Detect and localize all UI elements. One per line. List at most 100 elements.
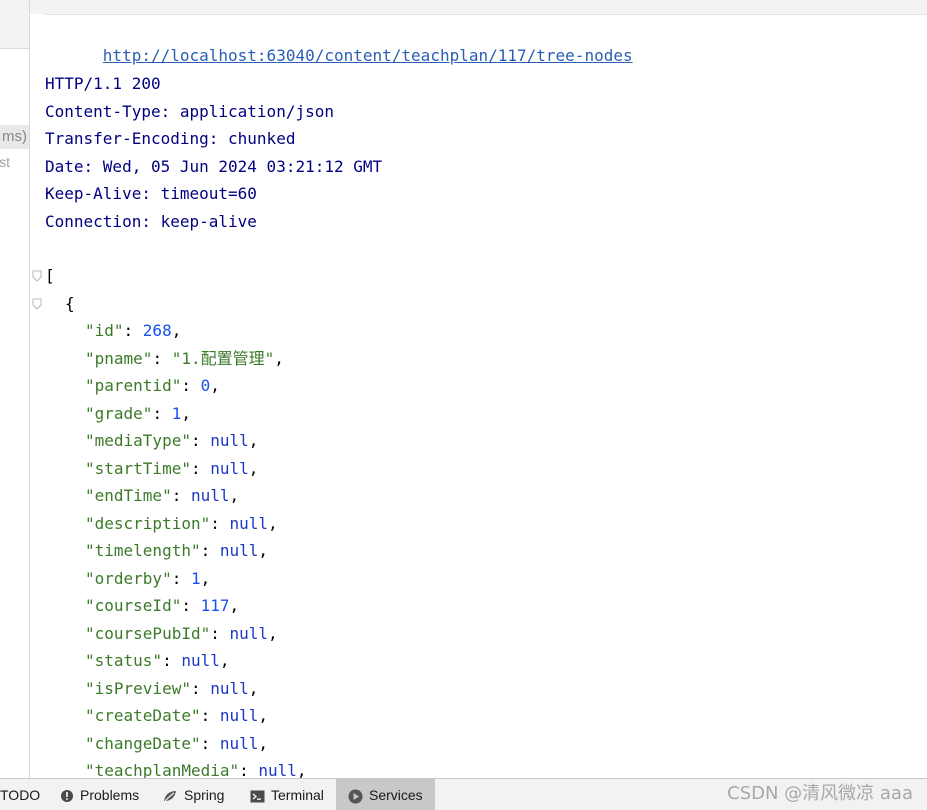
watermark: CSDN @清风微凉 aaa bbox=[727, 783, 913, 804]
tab-label: TODO bbox=[0, 787, 41, 803]
json-value: null bbox=[210, 431, 249, 450]
response-header-line: Keep-Alive: timeout=60 bbox=[45, 184, 257, 203]
http-response-editor[interactable]: http://localhost:63040/content/teachplan… bbox=[45, 14, 927, 780]
response-header-line: Connection: keep-alive bbox=[45, 211, 257, 231]
json-colon: : bbox=[210, 623, 230, 643]
response-header-line: Transfer-Encoding: chunked bbox=[45, 129, 296, 148]
json-value: null bbox=[219, 541, 259, 560]
tab-services[interactable]: Services bbox=[336, 779, 435, 810]
json-comma: , bbox=[200, 568, 211, 588]
json-value: null bbox=[219, 733, 259, 753]
json-field-line: "changeDate": null, bbox=[85, 730, 268, 757]
json-key: "coursePubId" bbox=[85, 623, 211, 643]
request-url-link[interactable]: http://localhost:63040/content/teachplan… bbox=[103, 46, 633, 65]
json-colon: : bbox=[171, 568, 191, 588]
json-comma: , bbox=[219, 651, 230, 670]
json-colon: : bbox=[181, 596, 201, 615]
fold-arrow-icon[interactable] bbox=[32, 270, 42, 282]
json-comma: , bbox=[268, 513, 278, 533]
json-value: 268 bbox=[142, 321, 172, 340]
json-colon: : bbox=[190, 678, 211, 698]
json-comma: , bbox=[268, 623, 278, 643]
json-field-line: "courseId": 117, bbox=[85, 592, 239, 619]
json-field-line: "description": null, bbox=[85, 510, 278, 537]
json-key: "id" bbox=[85, 321, 124, 340]
json-value: null bbox=[190, 486, 230, 505]
json-value: 1 bbox=[171, 403, 182, 423]
json-key: "status" bbox=[85, 651, 163, 670]
json-field-line: "mediaType": null, bbox=[85, 427, 258, 454]
json-field-line: "grade": 1, bbox=[85, 400, 191, 427]
terminal-icon bbox=[250, 790, 265, 803]
json-field-line: "createDate": null, bbox=[85, 702, 268, 729]
tab-spring[interactable]: Spring bbox=[160, 779, 234, 810]
fold-arrow-icon[interactable] bbox=[32, 298, 42, 310]
tree-item-label: ms) bbox=[2, 128, 27, 145]
ide-window: ms) st http://localhost:63040/content/te… bbox=[0, 0, 927, 810]
tab-label: Problems bbox=[80, 787, 140, 803]
tab-terminal[interactable]: Terminal bbox=[248, 779, 334, 810]
json-comma: , bbox=[171, 321, 182, 340]
tab-problems[interactable]: Problems bbox=[58, 779, 149, 810]
json-key: "startTime" bbox=[85, 458, 191, 478]
json-key: "parentid" bbox=[85, 376, 182, 395]
tab-todo[interactable]: TODO bbox=[0, 779, 50, 810]
json-comma: , bbox=[229, 486, 240, 505]
json-key: "mediaType" bbox=[85, 431, 191, 450]
json-colon: : bbox=[171, 486, 191, 505]
tool-window-bar: TODO Problems Spring Terminal Services C… bbox=[0, 778, 927, 810]
request-url-line: http://localhost:63040/content/teachplan… bbox=[45, 15, 633, 65]
json-value: null bbox=[229, 623, 269, 643]
json-comma: , bbox=[181, 403, 191, 423]
json-key: "timelength" bbox=[85, 541, 201, 560]
json-field-line: "timelength": null, bbox=[85, 537, 268, 564]
json-value: null bbox=[181, 651, 220, 670]
json-comma: , bbox=[258, 541, 269, 560]
json-field-line: "id": 268, bbox=[85, 317, 181, 344]
json-colon: : bbox=[210, 513, 230, 533]
tree-item[interactable]: st bbox=[0, 151, 29, 173]
json-comma: , bbox=[258, 733, 269, 753]
json-key: "description" bbox=[85, 513, 211, 533]
json-colon: : bbox=[200, 541, 220, 560]
json-value: 1 bbox=[190, 568, 201, 588]
spring-icon bbox=[164, 791, 176, 802]
json-field-line: "startTime": null, bbox=[85, 455, 258, 482]
response-header-line: HTTP/1.1 200 bbox=[45, 74, 161, 93]
json-comma: , bbox=[248, 458, 259, 478]
json-colon: : bbox=[181, 376, 201, 395]
tree-item-selected[interactable]: ms) bbox=[0, 125, 29, 149]
json-value: null bbox=[210, 458, 249, 478]
services-tree-panel: ms) st bbox=[0, 0, 30, 778]
editor-tab-strip bbox=[30, 0, 927, 15]
json-comma: , bbox=[274, 348, 284, 368]
json-value: 0 bbox=[200, 376, 211, 395]
json-field-line: "orderby": 1, bbox=[85, 565, 210, 592]
json-value: "1.配置管理" bbox=[171, 348, 275, 368]
json-comma: , bbox=[210, 376, 220, 395]
json-colon: : bbox=[152, 403, 172, 423]
json-open-brace: { bbox=[65, 294, 75, 313]
editor-gutter bbox=[30, 14, 44, 778]
json-field-line: "isPreview": null, bbox=[85, 675, 258, 702]
json-field-line: "status": null, bbox=[85, 647, 230, 674]
json-value: 117 bbox=[200, 596, 230, 615]
json-colon: : bbox=[200, 706, 220, 725]
json-comma: , bbox=[258, 706, 269, 725]
response-header-line: Date: Wed, 05 Jun 2024 03:21:12 GMT bbox=[45, 156, 383, 176]
json-colon: : bbox=[200, 733, 220, 753]
json-key: "courseId" bbox=[85, 596, 182, 615]
tab-label: Services bbox=[369, 787, 423, 803]
json-key: "orderby" bbox=[85, 568, 172, 588]
json-colon: : bbox=[152, 348, 172, 368]
json-value: null bbox=[219, 706, 259, 725]
json-field-line: "coursePubId": null, bbox=[85, 620, 278, 647]
problems-icon bbox=[61, 790, 73, 803]
tab-label: Terminal bbox=[271, 787, 324, 803]
json-field-line: "pname": "1.配置管理", bbox=[85, 345, 284, 372]
json-colon: : bbox=[190, 458, 211, 478]
json-open-bracket: [ bbox=[45, 266, 55, 285]
json-key: "createDate" bbox=[85, 706, 201, 725]
json-comma: , bbox=[248, 678, 259, 698]
panel-toolbar bbox=[0, 0, 29, 49]
